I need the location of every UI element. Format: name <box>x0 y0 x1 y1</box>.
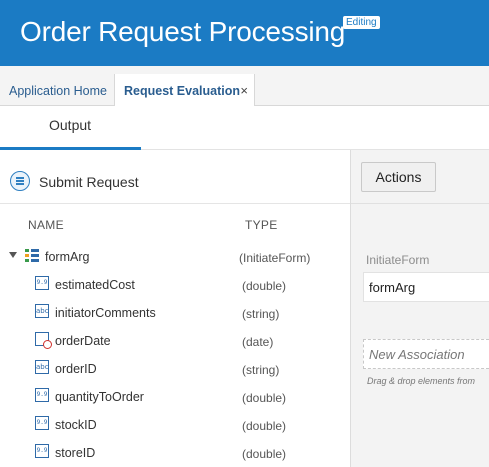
tree-row-type: (double) <box>242 419 287 433</box>
editing-badge: Editing <box>343 16 380 29</box>
app-header: Order Request Processing Editing <box>0 0 489 66</box>
subtab-bar: Output <box>0 106 489 150</box>
tree-row-field[interactable]: 9.9 storeID (double) <box>0 439 350 467</box>
tree-row-name: estimatedCost <box>55 278 135 292</box>
divider <box>0 203 350 204</box>
form-object-icon <box>25 248 39 262</box>
tree-row-type: (InitiateForm) <box>239 251 311 265</box>
column-header-type: TYPE <box>245 218 278 232</box>
tab-request-evaluation[interactable]: Request Evaluation × <box>114 74 255 107</box>
tree-row-field[interactable]: abc orderID (string) <box>0 355 350 383</box>
subtab-output[interactable]: Output <box>0 106 141 150</box>
tree-row-name: orderDate <box>55 334 111 348</box>
tree-row-name: initiatorComments <box>55 306 156 320</box>
string-field-icon: abc <box>35 304 49 318</box>
drop-hint: Drag & drop elements from <box>367 376 476 386</box>
tree-row-name: orderID <box>55 362 97 376</box>
form-list-icon <box>10 171 30 191</box>
actions-button[interactable]: Actions <box>361 162 436 192</box>
tree-row-type: (string) <box>242 363 280 377</box>
data-tree-panel: Submit Request NAME TYPE formArg (Initia… <box>0 150 351 467</box>
type-label: InitiateForm <box>366 253 430 267</box>
tree-row-field[interactable]: orderDate (date) <box>0 327 350 355</box>
tree-row-field[interactable]: 9.9 quantityToOrder (double) <box>0 383 350 411</box>
tree-row-name: formArg <box>45 250 90 264</box>
association-field[interactable]: formArg <box>363 272 489 302</box>
collapse-caret-icon[interactable] <box>9 252 17 258</box>
number-field-icon: 9.9 <box>35 416 49 430</box>
number-field-icon: 9.9 <box>35 276 49 290</box>
string-field-icon: abc <box>35 360 49 374</box>
close-icon[interactable]: × <box>240 83 248 98</box>
number-field-icon: 9.9 <box>35 388 49 402</box>
tree-row-field[interactable]: 9.9 estimatedCost (double) <box>0 271 350 299</box>
association-panel: Actions InitiateForm formArg New Associa… <box>351 150 489 467</box>
tree-row-name: stockID <box>55 418 97 432</box>
tab-bar: Application Home Request Evaluation × <box>0 66 489 107</box>
submit-request-label: Submit Request <box>39 174 139 190</box>
date-field-icon <box>35 332 52 349</box>
tree-row-formarg[interactable]: formArg (InitiateForm) <box>0 243 350 271</box>
tab-application-home[interactable]: Application Home <box>0 74 114 106</box>
tree-row-name: storeID <box>55 446 96 460</box>
tree-row-type: (date) <box>242 335 274 349</box>
divider <box>351 203 489 204</box>
tree-row-name: quantityToOrder <box>55 390 144 404</box>
app-title: Order Request Processing <box>20 16 346 47</box>
tab-label: Request Evaluation <box>124 84 240 98</box>
clock-marker-icon <box>43 340 52 349</box>
new-association-dropzone[interactable]: New Association <box>363 339 489 369</box>
tree-row-type: (double) <box>242 279 287 293</box>
tree-row-field[interactable]: 9.9 stockID (double) <box>0 411 350 439</box>
tree-row-type: (double) <box>242 447 287 461</box>
tree-row-field[interactable]: abc initiatorComments (string) <box>0 299 350 327</box>
tree-row-type: (double) <box>242 391 287 405</box>
number-field-icon: 9.9 <box>35 444 49 458</box>
tab-label: Application Home <box>9 84 107 98</box>
column-header-name: NAME <box>28 218 64 232</box>
tree-row-type: (string) <box>242 307 280 321</box>
